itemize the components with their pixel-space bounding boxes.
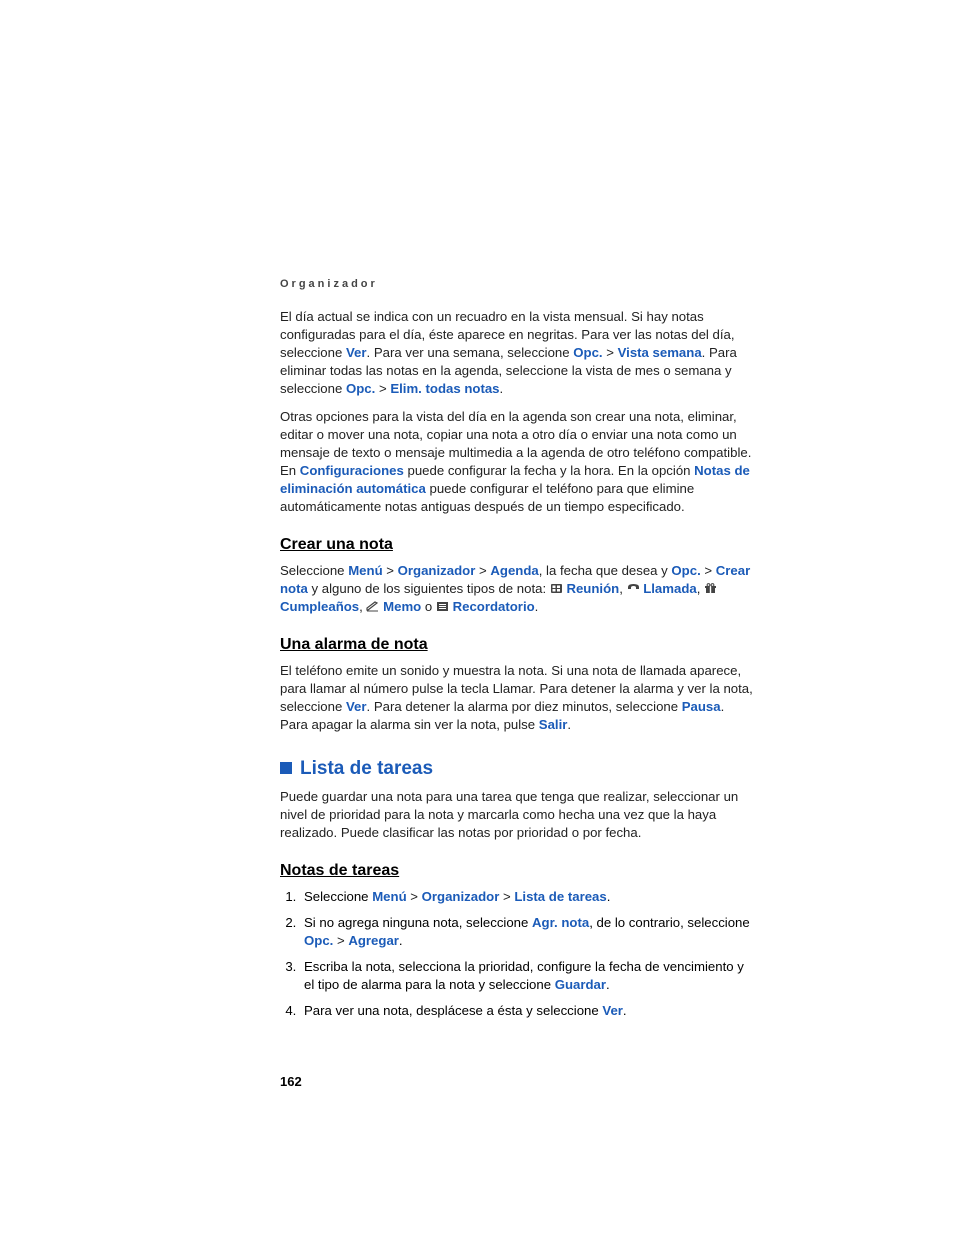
link-menu[interactable]: Menú bbox=[372, 889, 406, 904]
heading-crear-nota: Crear una nota bbox=[280, 536, 754, 554]
paragraph-lista-tareas: Puede guardar una nota para una tarea qu… bbox=[280, 788, 754, 842]
step-1: Seleccione Menú > Organizador > Lista de… bbox=[300, 888, 754, 906]
link-pausa[interactable]: Pausa bbox=[682, 699, 721, 714]
meeting-icon bbox=[550, 583, 563, 594]
page-number: 162 bbox=[280, 1074, 754, 1089]
paragraph-alarma: El teléfono emite un sonido y muestra la… bbox=[280, 662, 754, 734]
reminder-icon bbox=[436, 601, 449, 612]
link-recordatorio[interactable]: Recordatorio bbox=[453, 599, 535, 614]
heading-text: Lista de tareas bbox=[300, 758, 433, 779]
link-guardar[interactable]: Guardar bbox=[555, 977, 606, 992]
link-memo[interactable]: Memo bbox=[383, 599, 421, 614]
text: , de lo contrario, seleccione bbox=[589, 915, 750, 930]
paragraph-crear-nota: Seleccione Menú > Organizador > Agenda, … bbox=[280, 562, 754, 616]
text: , bbox=[359, 599, 366, 614]
link-configuraciones[interactable]: Configuraciones bbox=[300, 463, 404, 478]
text: Seleccione bbox=[304, 889, 372, 904]
text: . Para ver una semana, seleccione bbox=[367, 345, 574, 360]
link-llamada[interactable]: Llamada bbox=[643, 581, 697, 596]
step-3: Escriba la nota, selecciona la prioridad… bbox=[300, 958, 754, 994]
link-reunion[interactable]: Reunión bbox=[566, 581, 619, 596]
gift-icon bbox=[704, 583, 717, 594]
separator-gt: > bbox=[475, 563, 490, 578]
text: puede configurar la fecha y la hora. En … bbox=[404, 463, 694, 478]
link-agregar[interactable]: Agregar bbox=[348, 933, 399, 948]
text: Si no agrega ninguna nota, seleccione bbox=[304, 915, 532, 930]
link-ver[interactable]: Ver bbox=[346, 699, 367, 714]
text: . bbox=[623, 1003, 627, 1018]
text: , la fecha que desea y bbox=[539, 563, 672, 578]
text: . bbox=[567, 717, 571, 732]
heading-lista-tareas: Lista de tareas bbox=[280, 758, 754, 780]
link-opc[interactable]: Opc. bbox=[573, 345, 602, 360]
separator-gt: > bbox=[407, 889, 422, 904]
text: . bbox=[399, 933, 403, 948]
link-organizador[interactable]: Organizador bbox=[398, 563, 476, 578]
heading-notas-tareas: Notas de tareas bbox=[280, 862, 754, 880]
link-elim-todas-notas[interactable]: Elim. todas notas bbox=[390, 381, 499, 396]
separator-gt: > bbox=[333, 933, 348, 948]
paragraph-day-view: El día actual se indica con un recuadro … bbox=[280, 308, 754, 398]
link-menu[interactable]: Menú bbox=[348, 563, 382, 578]
square-bullet-icon bbox=[280, 762, 292, 774]
text: . bbox=[535, 599, 539, 614]
paragraph-other-options: Otras opciones para la vista del día en … bbox=[280, 408, 754, 516]
link-cumpleanos[interactable]: Cumpleaños bbox=[280, 599, 359, 614]
separator-gt: > bbox=[383, 563, 398, 578]
link-opc[interactable]: Opc. bbox=[304, 933, 333, 948]
link-agenda[interactable]: Agenda bbox=[490, 563, 538, 578]
link-ver[interactable]: Ver bbox=[602, 1003, 623, 1018]
link-organizador[interactable]: Organizador bbox=[422, 889, 500, 904]
link-opc[interactable]: Opc. bbox=[346, 381, 375, 396]
text: . bbox=[607, 889, 611, 904]
separator-gt: > bbox=[701, 563, 716, 578]
memo-icon bbox=[366, 601, 379, 612]
text: . bbox=[606, 977, 610, 992]
link-vista-semana[interactable]: Vista semana bbox=[618, 345, 702, 360]
text: . bbox=[500, 381, 504, 396]
text: Escriba la nota, selecciona la prioridad… bbox=[304, 959, 744, 992]
link-opc[interactable]: Opc. bbox=[671, 563, 700, 578]
separator-gt: > bbox=[499, 889, 514, 904]
text: Seleccione bbox=[280, 563, 348, 578]
separator-gt: > bbox=[375, 381, 390, 396]
link-agr-nota[interactable]: Agr. nota bbox=[532, 915, 589, 930]
link-lista-tareas[interactable]: Lista de tareas bbox=[514, 889, 606, 904]
step-2: Si no agrega ninguna nota, seleccione Ag… bbox=[300, 914, 754, 950]
text: , bbox=[697, 581, 704, 596]
text: y alguno de los siguientes tipos de nota… bbox=[308, 581, 550, 596]
phone-icon bbox=[627, 583, 640, 594]
text: Para ver una nota, desplácese a ésta y s… bbox=[304, 1003, 602, 1018]
section-header: Organizador bbox=[280, 278, 754, 290]
link-ver[interactable]: Ver bbox=[346, 345, 367, 360]
text: . Para detener la alarma por diez minuto… bbox=[367, 699, 682, 714]
heading-alarma-nota: Una alarma de nota bbox=[280, 636, 754, 654]
text: o bbox=[421, 599, 436, 614]
separator-gt: > bbox=[603, 345, 618, 360]
steps-list: Seleccione Menú > Organizador > Lista de… bbox=[280, 888, 754, 1020]
text: , bbox=[619, 581, 626, 596]
link-salir[interactable]: Salir bbox=[539, 717, 568, 732]
step-4: Para ver una nota, desplácese a ésta y s… bbox=[300, 1002, 754, 1020]
manual-page: Organizador El día actual se indica con … bbox=[0, 0, 954, 1169]
